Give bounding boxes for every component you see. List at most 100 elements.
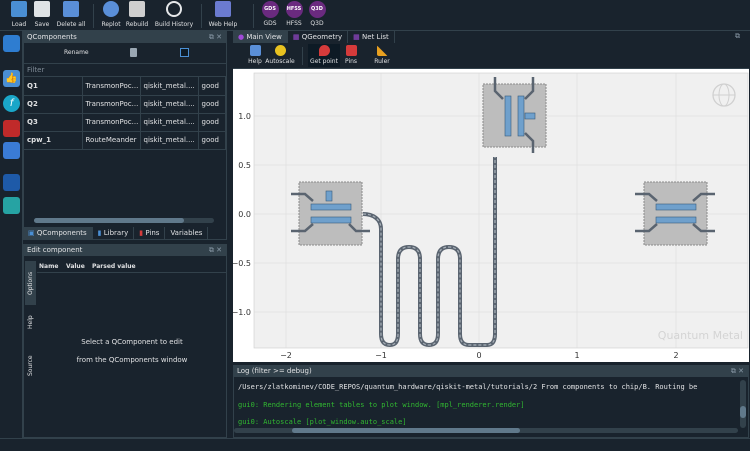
panel-controls[interactable]: ⧉ ✕	[731, 366, 744, 377]
main-tabs: ● Main View ▦ QGeometry ▦ Net List	[233, 31, 395, 43]
toolbar-separator	[253, 4, 254, 28]
tab-qgeometry[interactable]: ▦ QGeometry	[287, 31, 349, 43]
load-button[interactable]: Load	[6, 1, 32, 31]
scrollbar-thumb[interactable]	[292, 428, 520, 433]
save-button[interactable]: Save	[32, 1, 52, 31]
transmon-q3[interactable]	[635, 181, 715, 246]
tab-variables[interactable]: Variables	[165, 227, 209, 239]
web-help-button[interactable]: Web Help	[208, 1, 238, 31]
ruler-icon	[376, 45, 388, 56]
transmon-q1[interactable]	[291, 181, 370, 246]
table-row[interactable]: Q3 TransmonPoc... qiskit_metal.... good	[24, 113, 226, 132]
log-icon[interactable]	[3, 142, 20, 159]
build-history-icon	[166, 1, 182, 17]
trash-icon[interactable]	[130, 48, 137, 57]
qcomponents-filter-field[interactable]: Filter	[24, 64, 226, 77]
qcomponents-actions: Rename	[24, 43, 226, 64]
new-design-icon[interactable]	[3, 35, 20, 52]
x-tick-label: 1	[574, 351, 579, 360]
qcomponents-title-bar: QComponents ⧉ ✕	[24, 32, 226, 43]
rebuild-icon	[129, 1, 145, 17]
status-bar	[0, 438, 750, 451]
tab-help[interactable]: Help	[25, 309, 36, 335]
tab-pins[interactable]: ▮ Pins	[134, 227, 166, 239]
edit-component-title-bar: Edit component ⧉ ✕	[24, 245, 226, 256]
log-horizontal-scrollbar[interactable]	[234, 428, 738, 433]
thumbs-up-icon[interactable]: 👍	[3, 70, 20, 87]
plot-toolbar: Help Autoscale Get point Pins Ruler	[233, 43, 749, 69]
delete-all-button[interactable]: Delete all	[55, 1, 87, 31]
y-tick-label: −0.5	[233, 259, 251, 268]
panel-controls[interactable]: ⧉ ✕	[209, 245, 222, 256]
x-tick-label: −1	[375, 351, 387, 360]
y-tick-label: −1.0	[233, 308, 251, 317]
tab-qcomponents[interactable]: ▣ QComponents	[23, 227, 93, 239]
replot-button[interactable]: Replot	[99, 1, 123, 31]
edit-component-panel: Edit component ⧉ ✕ Options Help Source N…	[23, 244, 227, 438]
log-panel: Log (filter >= debug) ⧉ ✕ /Users/zlatkom…	[233, 365, 749, 438]
save-icon	[34, 1, 50, 17]
replot-icon	[103, 1, 119, 17]
select-icon[interactable]	[180, 48, 189, 57]
autoscale-button[interactable]: Autoscale	[265, 45, 295, 65]
x-tick-label: 2	[673, 351, 678, 360]
autoscale-icon	[274, 45, 286, 56]
q3d-icon: Q3D	[308, 1, 326, 18]
build-history-button[interactable]: Build History	[154, 1, 194, 31]
scrollbar-thumb[interactable]	[740, 406, 746, 418]
delete-all-icon	[63, 1, 79, 17]
scrollbar-thumb[interactable]	[34, 218, 184, 223]
fullscreen-icon[interactable]	[3, 174, 20, 191]
screenshot-icon[interactable]	[3, 197, 20, 214]
tab-source[interactable]: Source	[25, 351, 36, 381]
horizontal-scrollbar[interactable]	[34, 218, 214, 223]
main-toolbar: Load Save Delete all Replot Rebuild Buil…	[0, 0, 750, 31]
log-title-bar: Log (filter >= debug) ⧉ ✕	[234, 366, 748, 377]
q3d-button[interactable]: Q3D Q3D	[306, 1, 328, 31]
y-tick-label: 0.5	[238, 161, 251, 170]
quantum-metal-watermark: Quantum Metal	[658, 329, 743, 342]
function-icon[interactable]: f	[3, 95, 20, 112]
log-line: /Users/zlatkominev/CODE_REPOS/quantum_ha…	[238, 383, 698, 391]
x-tick-label: −2	[280, 351, 292, 360]
table-row[interactable]: Q2 TransmonPoc... qiskit_metal.... good	[24, 95, 226, 114]
chip-plot[interactable]: −2 −1 0 1 2 1.0 0.5 0.0 −0.5 −1.0 Quantu…	[233, 69, 749, 362]
pins-button[interactable]: Pins	[344, 45, 358, 65]
table-row[interactable]: Q1 TransmonPoc... qiskit_metal.... good	[24, 77, 226, 96]
x-tick-label: 0	[476, 351, 481, 360]
tab-options[interactable]: Options	[25, 261, 36, 305]
help-button[interactable]: Help	[247, 45, 263, 65]
rename-button[interactable]: Rename	[64, 49, 89, 56]
load-icon	[11, 1, 27, 17]
rebuild-button[interactable]: Rebuild	[125, 1, 149, 31]
tab-library[interactable]: ▮ Library	[92, 227, 135, 239]
help-icon	[249, 45, 261, 56]
panel-controls[interactable]: ⧉ ✕	[209, 32, 222, 43]
left-panel-tabs: ▣ QComponents ▮ Library ▮ Pins Variables	[23, 227, 209, 239]
log-line: gui0: Autoscale [plot_window.auto_scale]	[238, 418, 407, 426]
plot-window: Help Autoscale Get point Pins Ruler −2 −…	[233, 43, 749, 362]
log-line: gui0: Rendering element tables to plot w…	[238, 401, 525, 409]
gds-icon: GDS	[261, 1, 279, 18]
edit-side-tabs: Options Help Source	[24, 261, 37, 411]
table-row[interactable]: cpw_1 RouteMeander qiskit_metal.... good	[24, 131, 226, 150]
tab-main-view[interactable]: ● Main View	[233, 31, 288, 43]
toolbar-separator	[93, 4, 94, 28]
panel-controls[interactable]: ⧉	[735, 32, 740, 41]
gds-button[interactable]: GDS GDS	[259, 1, 281, 31]
y-tick-label: 1.0	[238, 112, 251, 121]
ruler-button[interactable]: Ruler	[373, 45, 391, 65]
hfss-button[interactable]: HFSS HFSS	[283, 1, 305, 31]
hfss-icon: HFSS	[285, 1, 303, 18]
get-point-button[interactable]: Get point	[308, 44, 340, 67]
log-vertical-scrollbar[interactable]	[740, 380, 746, 428]
transmon-q2[interactable]	[482, 77, 547, 153]
toolbar-separator	[302, 47, 303, 65]
tab-net-list[interactable]: ▦ Net List	[348, 31, 395, 43]
pins-icon	[345, 45, 357, 56]
map-pin-icon	[318, 45, 330, 56]
y-tick-label: 0.0	[238, 210, 251, 219]
left-tool-strip: 👍 f	[0, 31, 23, 438]
bug-icon[interactable]	[3, 120, 20, 137]
web-help-icon	[215, 1, 231, 17]
